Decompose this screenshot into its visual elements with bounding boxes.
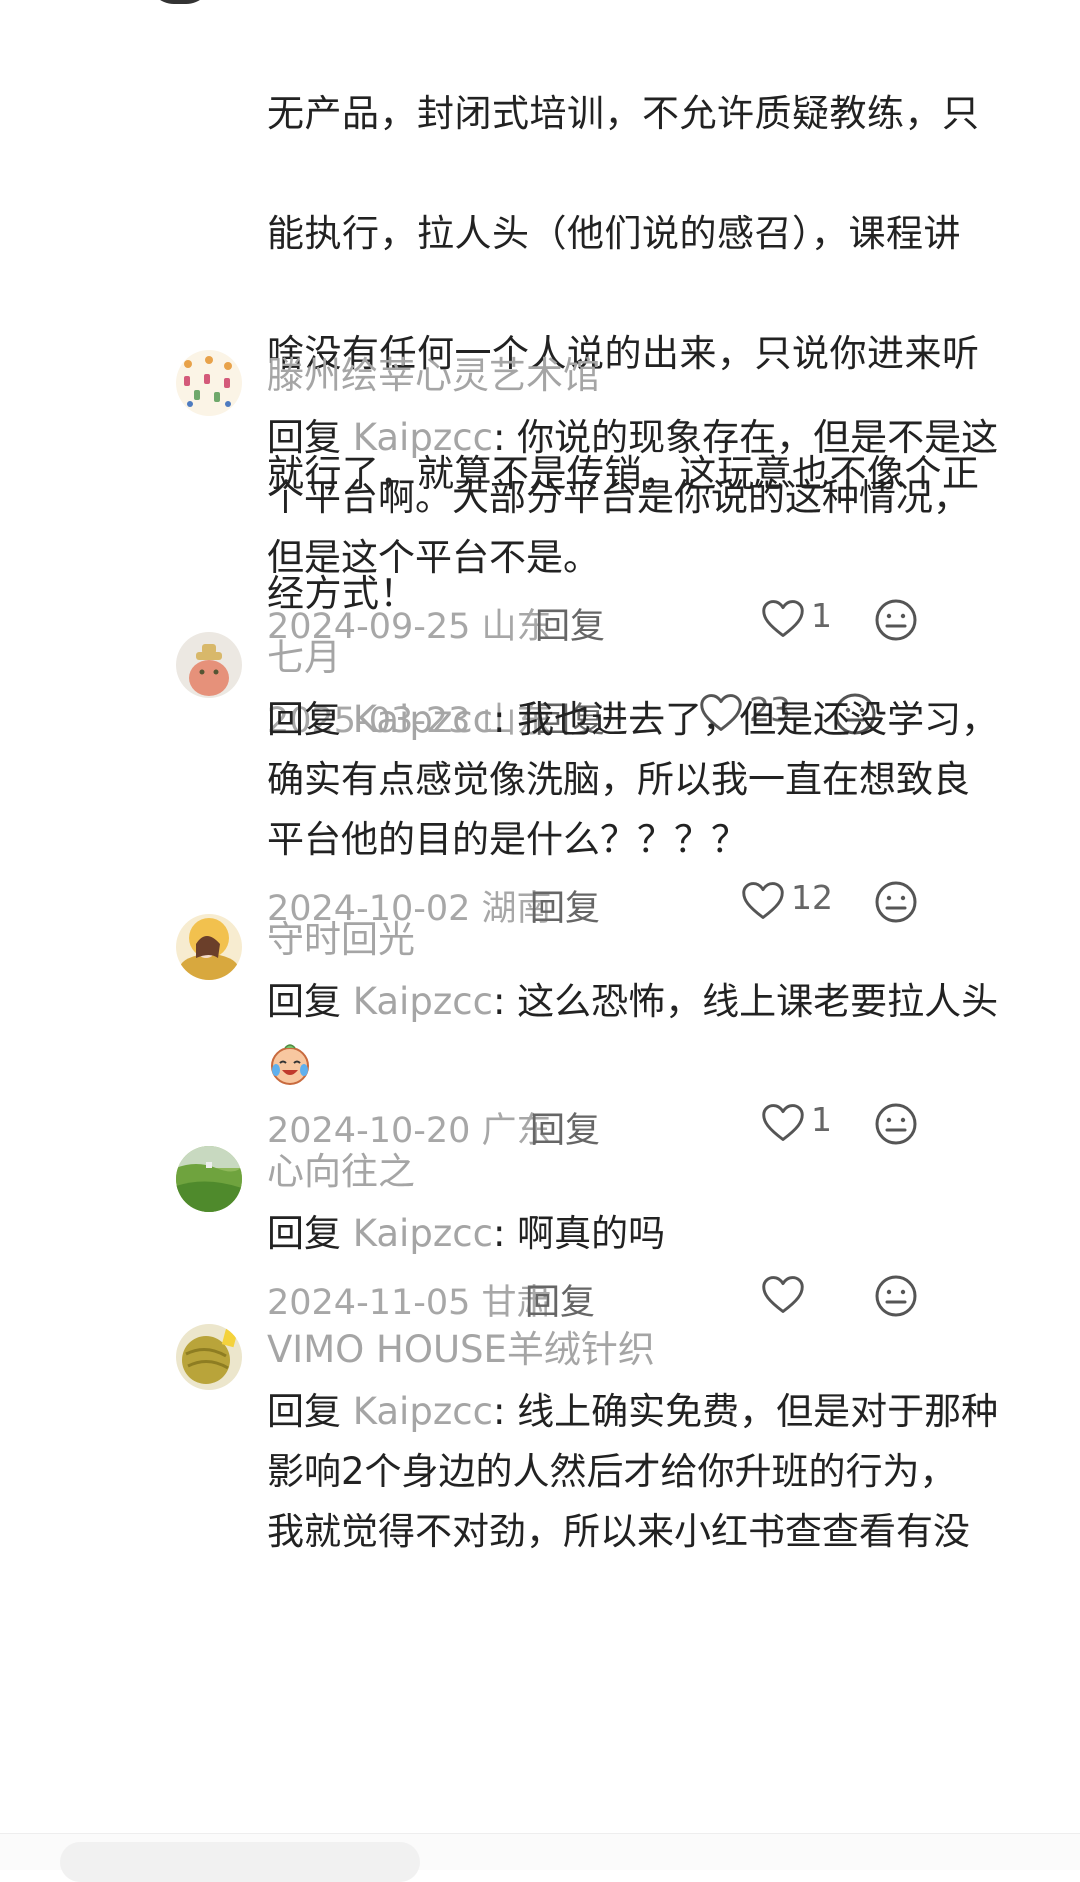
emoji-neutral-icon[interactable] [874,1102,918,1146]
reply-text-line: 回复 Kaipzcc: 啊真的吗 [267,1204,1027,1264]
reply-text-line-content: 啊真的吗 [517,1212,666,1255]
reply-text: 回复 Kaipzcc: 这么恐怖，线上课老要拉人头 [267,972,1027,1092]
avatar-cartoon [176,632,242,698]
reply-button[interactable]: 回复 [525,1274,595,1325]
reply-text: 回复 Kaipzcc: 线上确实免费，但是对于那种 影响2个身边的人然后才给你升… [267,1382,1027,1562]
like-button[interactable] [761,1270,871,1322]
reply-text-line [267,1032,1027,1092]
reply-to-handle[interactable]: Kaipzcc [353,1390,493,1433]
comment-input[interactable] [60,1842,420,1882]
avatar[interactable] [176,350,242,416]
reply-date: 2024-10-20 [267,1111,471,1151]
avatar[interactable] [176,1146,242,1212]
reply-author-name[interactable]: 滕州绘莘心灵艺术馆 [267,350,1027,402]
reply-author-name[interactable]: 七月 [267,632,1027,684]
reply-colon: : [492,1212,518,1255]
reply-text-line-content: 这么恐怖，线上课老要拉人头 [517,980,999,1023]
like-count: 12 [791,878,833,917]
reply-colon: : [492,1390,518,1433]
bottom-comment-bar [0,1833,1080,1882]
avatar-knit [176,1324,242,1390]
reply-text-line: 回复 Kaipzcc: 你说的现象存在，但是不是这 [267,408,1027,468]
reply-text: 回复 Kaipzcc: 你说的现象存在，但是不是这 个平台啊。大部分平台是你说的… [267,408,1027,588]
reply-prefix: 回复 [267,1390,353,1433]
reply-to-handle[interactable]: Kaipzcc [353,980,493,1023]
reply-colon: : [492,980,518,1023]
reply-colon: : [492,416,518,459]
reply-text-line: 我就觉得不对劲，所以来小红书查查看有没 [267,1510,970,1553]
reply-author-name[interactable]: VIMO HOUSE羊绒针织 [267,1324,1027,1376]
reply-to-handle[interactable]: Kaipzcc [353,1212,493,1255]
avatar[interactable] [176,1324,242,1390]
comment-text-line: 无产品，封闭式培训，不允许质疑教练，只 [267,92,980,135]
reply-text: 回复 Kaipzcc: 啊真的吗 [267,1204,1027,1264]
reply-meta: 2024-11-05 甘肃 回复 [267,1268,1027,1324]
reply-text-line: 回复 Kaipzcc: 这么恐怖，线上课老要拉人头 [267,972,1027,1032]
avatar-landscape [176,1146,242,1212]
reply-text-line-content: 我也进去了，但是还没学习， [517,698,999,741]
reply-date: 2024-11-05 [267,1283,471,1323]
reply-author-name[interactable]: 心向往之 [267,1146,1027,1198]
reply-text-line-content: 线上确实免费，但是对于那种 [517,1390,999,1433]
reply-text-line: 回复 Kaipzcc: 我也进去了，但是还没学习， [267,690,1027,750]
reply-text-line: 回复 Kaipzcc: 线上确实免费，但是对于那种 [267,1382,1027,1442]
avatar[interactable] [176,632,242,698]
reply-meta: 2024-10-20 广东 回复 1 [267,1096,1027,1152]
reply-to-handle[interactable]: Kaipzcc [353,416,493,459]
reply-date-location: 2024-11-05 甘肃 [267,1274,552,1325]
like-count: 1 [811,1100,832,1139]
avatar-pattern [176,350,242,416]
like-count: 1 [811,596,832,635]
heart-outline-icon [762,1276,804,1313]
heart-outline-icon [762,1104,804,1141]
reply-text-line: 平台他的目的是什么？？？？ [267,818,748,861]
previous-avatar-fragment [148,0,212,4]
like-button[interactable]: 1 [761,1098,871,1150]
reply-text-line: 影响2个身边的人然后才给你升班的行为， [267,1450,957,1493]
reply-text-line-content: 你说的现象存在，但是不是这 [517,416,999,459]
reply-colon: : [492,698,518,741]
reply-text: 回复 Kaipzcc: 我也进去了，但是还没学习， 确实有点感觉像洗脑，所以我一… [267,690,1027,870]
reply-prefix: 回复 [267,416,353,459]
emoji-neutral-icon[interactable] [874,1274,918,1318]
avatar-illustration [176,914,242,980]
reply-text-line: 个平台啊。大部分平台是你说的这种情况， [267,476,970,519]
reply-text-line: 但是这个平台不是。 [267,536,600,579]
reply-author-name[interactable]: 守时回光 [267,914,1027,966]
reply-to-handle[interactable]: Kaipzcc [353,698,493,741]
reply-text-line: 确实有点感觉像洗脑，所以我一直在想致良 [267,758,970,801]
comment-text-line: 能执行，拉人头（他们说的感召），课程讲 [267,212,961,255]
avatar[interactable] [176,914,242,980]
reply-prefix: 回复 [267,698,353,741]
crying-laughing-sticker-icon [271,1044,309,1085]
reply-prefix: 回复 [267,980,353,1023]
reply-prefix: 回复 [267,1212,353,1255]
